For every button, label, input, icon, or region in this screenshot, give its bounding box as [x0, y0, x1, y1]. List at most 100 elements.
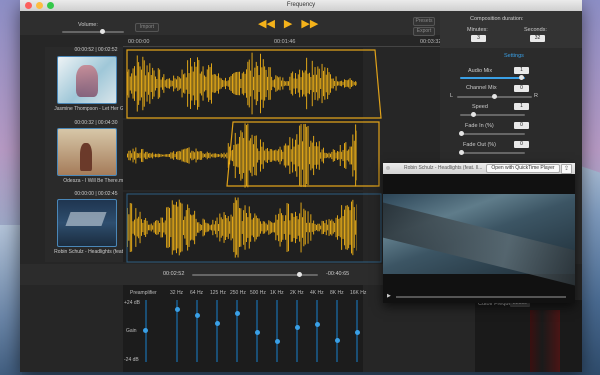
seconds-label: Seconds:	[524, 27, 547, 33]
eq-bottom-label: -24 dB	[124, 357, 139, 363]
eq-band-slider[interactable]	[276, 300, 278, 362]
channel-right-label: R	[534, 93, 538, 99]
playback-scrubber-knob[interactable]	[296, 272, 302, 277]
minutes-field[interactable]: 3	[471, 35, 486, 42]
track-1-selection[interactable]	[126, 49, 382, 119]
video-progress-bar[interactable]	[396, 296, 566, 298]
eq-band-knob[interactable]	[274, 339, 280, 345]
fade-out-slider[interactable]	[460, 152, 525, 154]
transport-controls: ◀◀ ▶ ▶▶	[258, 19, 318, 30]
track-2-selection[interactable]	[226, 121, 380, 187]
video-play-icon[interactable]: ▶	[387, 293, 391, 299]
volume-slider-knob[interactable]	[100, 29, 105, 34]
eq-band-knob[interactable]	[254, 329, 260, 335]
fade-out-knob[interactable]	[458, 150, 464, 155]
seconds-field[interactable]: 32	[530, 35, 545, 42]
presets-button[interactable]: Presets	[413, 17, 435, 26]
eq-band-knob[interactable]	[214, 321, 220, 327]
preamp-label: Preamplifier	[130, 290, 157, 296]
video-scene-beam	[383, 199, 575, 291]
eq-band-knob[interactable]	[234, 311, 240, 317]
timeline-middle: 00:01:46	[274, 39, 296, 45]
fade-in-knob[interactable]	[458, 131, 464, 136]
speed-knob[interactable]	[470, 112, 476, 117]
audio-mix-label: Audio Mix	[468, 68, 493, 74]
eq-band-knob[interactable]	[194, 313, 200, 318]
wallpaper-mountain-left	[0, 225, 22, 375]
track-1-artwork[interactable]	[57, 56, 117, 104]
eq-band-label: 16K Hz	[350, 290, 367, 296]
eq-band-knob[interactable]	[174, 306, 180, 312]
speed-label: Speed	[472, 104, 488, 110]
track-3-selection[interactable]	[126, 193, 382, 263]
eq-band-knob[interactable]	[294, 325, 300, 331]
rewind-icon[interactable]: ◀◀	[258, 19, 275, 30]
audio-mix-field[interactable]: 1	[514, 67, 529, 74]
current-time: 00:02:52	[163, 271, 185, 277]
channel-mix-label: Channel Mix	[466, 85, 497, 91]
eq-band-label: 8K Hz	[330, 290, 344, 296]
fade-in-slider[interactable]	[460, 133, 525, 135]
composition-title: Composition duration:	[470, 16, 524, 22]
eq-band-label: 125 Hz	[210, 290, 226, 296]
filter-graph	[530, 310, 560, 372]
fade-out-label: Fade Out (%)	[463, 142, 497, 148]
eq-band-label: 4K Hz	[310, 290, 324, 296]
timeline-end: 00:03:32	[420, 39, 442, 45]
artwork-figure	[80, 143, 92, 171]
play-icon[interactable]: ▶	[284, 19, 292, 30]
artwork-figure	[65, 212, 107, 226]
eq-band-slider[interactable]	[216, 300, 218, 362]
app-window: Frequency Volume: Import ◀◀ ▶ ▶▶ Presets…	[20, 0, 582, 372]
equalizer-panel	[123, 285, 363, 372]
import-button[interactable]: Import	[135, 23, 159, 32]
eq-band-knob[interactable]	[354, 329, 360, 335]
video-close-icon[interactable]	[386, 166, 390, 170]
eq-band-slider[interactable]	[296, 300, 298, 362]
settings-title: Settings	[504, 53, 524, 59]
eq-band-slider[interactable]	[236, 300, 238, 362]
preamp-knob[interactable]	[143, 328, 148, 333]
eq-band-label: 250 Hz	[230, 290, 246, 296]
video-title-bar: Robin Schulz - Headlights (feat. Il... O…	[383, 163, 575, 174]
channel-mix-knob[interactable]	[492, 94, 497, 99]
fade-out-field[interactable]: 0	[514, 141, 529, 148]
track-3-artwork[interactable]	[57, 199, 117, 247]
filter-panel	[475, 300, 582, 372]
audio-mix-slider[interactable]	[460, 77, 525, 79]
export-button[interactable]: Export	[413, 27, 435, 36]
eq-band-knob[interactable]	[334, 337, 340, 343]
eq-band-label: 32 Hz	[170, 290, 184, 296]
eq-band-label: 2K Hz	[290, 290, 304, 296]
eq-band-slider[interactable]	[336, 300, 338, 362]
fast-forward-icon[interactable]: ▶▶	[301, 19, 318, 30]
speed-slider[interactable]	[460, 114, 525, 116]
eq-band-label: 1K Hz	[270, 290, 284, 296]
channel-left-label: L	[450, 93, 454, 99]
timeline-divider	[123, 46, 440, 47]
artwork-figure	[76, 65, 98, 97]
fade-in-field[interactable]: 0	[514, 122, 529, 129]
eq-band-label: 64 Hz	[190, 290, 204, 296]
eq-band-slider[interactable]	[316, 300, 318, 362]
volume-slider[interactable]	[62, 31, 124, 33]
eq-top-label: +24 dB	[124, 300, 140, 306]
video-frame[interactable]	[383, 194, 575, 291]
eq-band-label: 500 Hz	[250, 290, 266, 296]
eq-band-knob[interactable]	[314, 322, 320, 328]
video-title: Robin Schulz - Headlights (feat. Il...	[404, 165, 483, 171]
volume-label: Volume:	[78, 22, 98, 28]
speed-field[interactable]: 1	[514, 103, 529, 110]
fade-in-label: Fade In (%)	[465, 123, 494, 129]
eq-band-slider[interactable]	[196, 300, 198, 362]
channel-mix-field[interactable]: 0	[514, 85, 529, 92]
open-quicktime-button[interactable]: Open with QuickTime Player	[486, 164, 560, 173]
eq-gain-label: Gain	[126, 328, 137, 334]
remaining-time: -00:40:65	[326, 271, 350, 277]
minutes-label: Minutes:	[467, 27, 488, 33]
track-2-artwork[interactable]	[57, 128, 117, 176]
selection-overlays	[126, 49, 382, 263]
video-player-window: Robin Schulz - Headlights (feat. Il... O…	[383, 163, 575, 303]
window-title: Frequency	[286, 2, 316, 8]
share-icon[interactable]: ⇪	[561, 164, 572, 174]
